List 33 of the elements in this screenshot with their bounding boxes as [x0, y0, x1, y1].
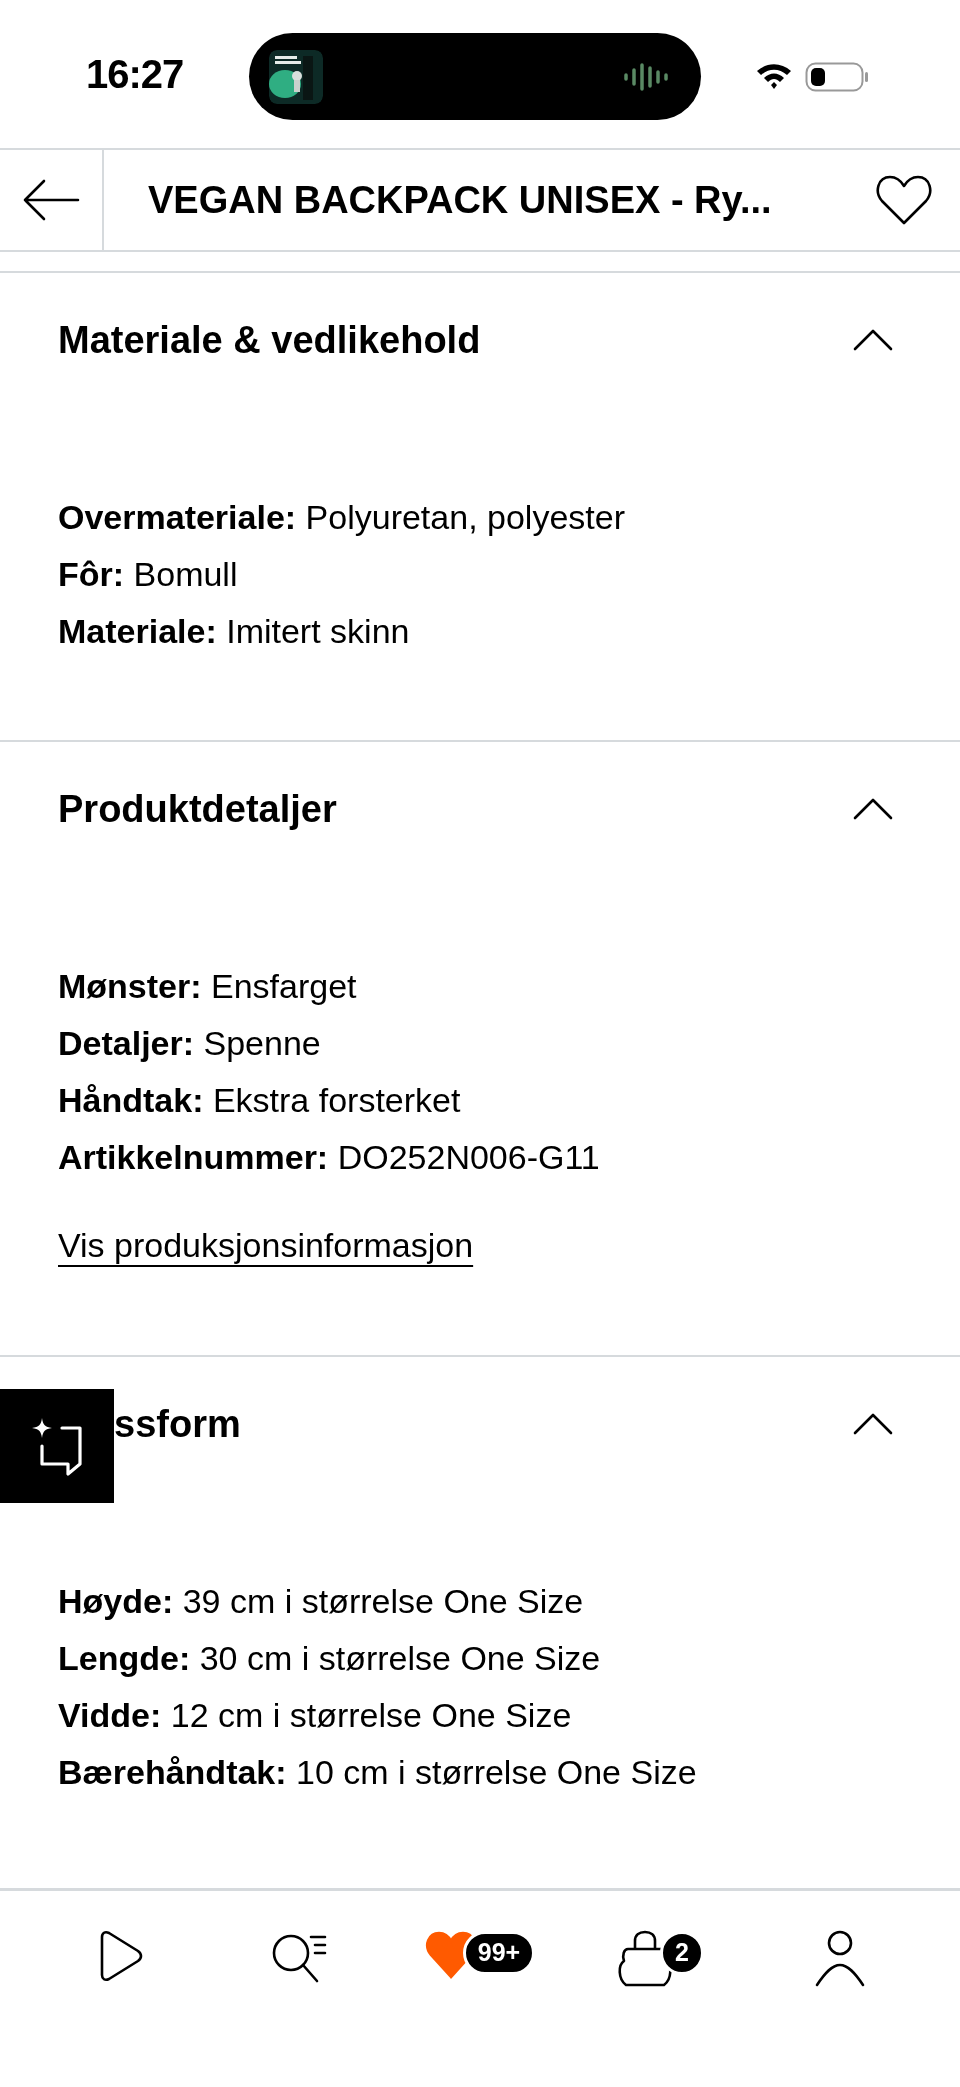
- section-heading: ssform: [113, 1401, 241, 1447]
- detail-line: Høyde: 39 cm i størrelse One Size: [58, 1581, 584, 1622]
- favorite-button[interactable]: [875, 174, 933, 226]
- detail-line: Fôr: Bomull: [58, 554, 238, 595]
- detail-line: Håndtak: Ekstra forsterket: [58, 1080, 461, 1121]
- production-info-link[interactable]: Vis produksjonsinformasjon: [58, 1225, 474, 1265]
- detail-line: Lengde: 30 cm i størrelse One Size: [58, 1638, 601, 1679]
- section-heading: Materiale & vedlikehold: [58, 317, 481, 363]
- section-heading: Produktdetaljer: [58, 786, 337, 832]
- wifi-icon: [755, 62, 793, 90]
- detail-line: Bærehåndtak: 10 cm i størrelse One Size: [58, 1752, 697, 1793]
- count-badge: 2: [660, 1931, 704, 1975]
- assistant-button[interactable]: [0, 1389, 114, 1503]
- status-time: 16:27: [86, 51, 184, 98]
- detail-line: Detaljer: Spenne: [58, 1023, 321, 1064]
- detail-line: Vidde: 12 cm i størrelse One Size: [58, 1695, 572, 1736]
- chevron-up-icon: [852, 1412, 894, 1436]
- chevron-up-icon: [852, 328, 894, 352]
- nav-tab[interactable]: 2: [595, 1929, 725, 1991]
- heart-icon: [875, 174, 933, 226]
- detail-line: Materiale: Imitert skinn: [58, 611, 410, 652]
- collapse-button[interactable]: [852, 1412, 894, 1436]
- chevron-up-icon: [852, 797, 894, 821]
- collapse-button[interactable]: [852, 797, 894, 821]
- nav-tab[interactable]: 99+: [415, 1929, 545, 1991]
- detail-line: Mønster: Ensfarget: [58, 966, 357, 1007]
- battery-icon: [805, 62, 869, 92]
- detail-line: Artikkelnummer: DO252N006-G11: [58, 1137, 600, 1178]
- profile-icon: [813, 1929, 867, 1989]
- product-title: VEGAN BACKPACK UNISEX - Ry...: [148, 177, 772, 223]
- collapse-button[interactable]: [852, 328, 894, 352]
- back-arrow-icon: [22, 178, 80, 222]
- detail-line: Overmateriale: Polyuretan, polyester: [58, 497, 625, 538]
